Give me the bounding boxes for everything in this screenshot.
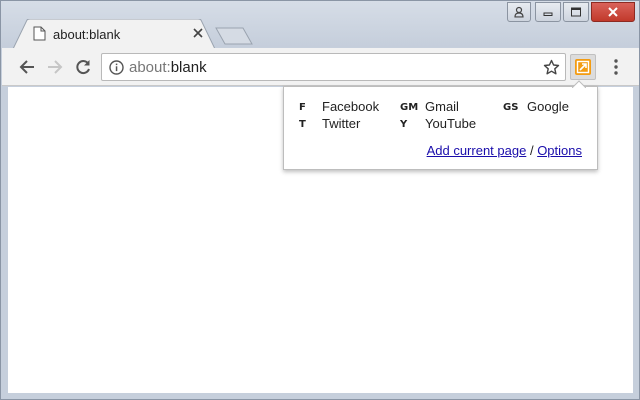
- maximize-button[interactable]: [563, 2, 589, 22]
- options-link[interactable]: Options: [537, 143, 582, 158]
- profile-button[interactable]: [507, 2, 531, 22]
- shortcut-facebook[interactable]: Facebook: [322, 99, 379, 114]
- shortcut-key: Y: [400, 119, 408, 130]
- profile-icon: [514, 6, 524, 18]
- url-text[interactable]: about:blank: [129, 59, 207, 76]
- address-bar[interactable]: about:blank: [101, 53, 566, 81]
- shortcut-key: GS: [503, 102, 519, 113]
- shortcut-gmail[interactable]: Gmail: [425, 99, 459, 114]
- maximize-icon: [571, 7, 581, 17]
- back-arrow-icon[interactable]: [17, 57, 37, 77]
- url-scheme: about:: [129, 59, 171, 76]
- toolbar: about:blank: [2, 48, 639, 86]
- shortcuts-popup: F Facebook GM Gmail GS Google T Twitter …: [283, 80, 598, 170]
- minimize-icon: [543, 12, 553, 16]
- link-separator: /: [529, 143, 534, 158]
- window-close-icon: [608, 7, 618, 17]
- minimize-button[interactable]: [535, 2, 561, 22]
- new-tab-icon[interactable]: [215, 27, 253, 45]
- extension-button[interactable]: [570, 54, 596, 80]
- shortcut-twitter[interactable]: Twitter: [322, 116, 360, 131]
- url-rest: blank: [170, 59, 207, 76]
- shortcut-key: T: [299, 119, 306, 130]
- window-close-button[interactable]: [591, 2, 635, 22]
- tab-about-blank[interactable]: about:blank: [13, 19, 215, 49]
- star-icon[interactable]: [543, 59, 560, 76]
- browser-window: about:blank about:blank: [0, 0, 640, 400]
- popup-arrow: [572, 80, 586, 88]
- close-icon[interactable]: [192, 27, 204, 39]
- page-icon: [33, 26, 46, 41]
- reload-icon[interactable]: [73, 57, 93, 77]
- info-icon[interactable]: [109, 60, 124, 75]
- popup-links: Add current page / Options: [427, 143, 582, 158]
- tab-title: about:blank: [53, 27, 121, 42]
- menu-dots-icon[interactable]: [608, 57, 624, 77]
- forward-arrow-icon[interactable]: [45, 57, 65, 77]
- shortcut-key: F: [299, 102, 306, 113]
- shortcut-google[interactable]: Google: [527, 99, 569, 114]
- shortcut-youtube[interactable]: YouTube: [425, 116, 476, 131]
- add-current-page-link[interactable]: Add current page: [427, 143, 527, 158]
- shortcut-key: GM: [400, 102, 419, 113]
- extension-icon: [575, 59, 591, 75]
